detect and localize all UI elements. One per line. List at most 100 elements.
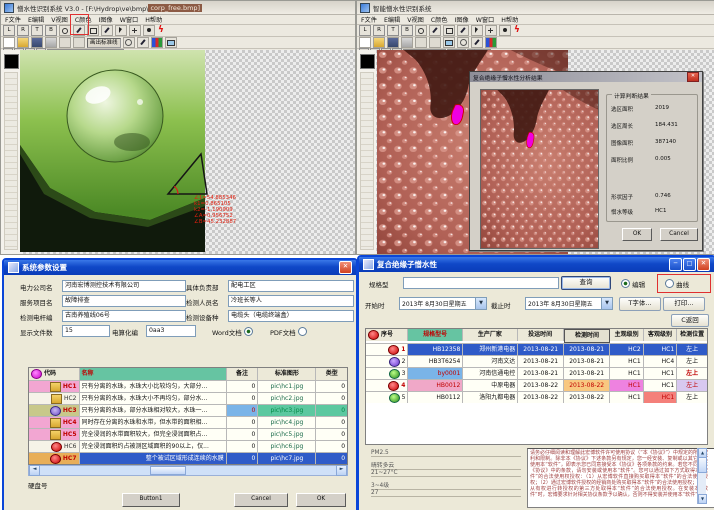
inspector-input[interactable]: 冷班长等人 — [228, 295, 354, 307]
new-file-icon[interactable] — [3, 37, 15, 48]
computer-code-input[interactable]: 0aa3 — [146, 325, 196, 337]
font-button[interactable]: T字体... — [619, 297, 661, 311]
display-icon[interactable] — [165, 37, 177, 48]
records-minimize-icon[interactable]: ─ — [669, 258, 682, 271]
menu-window[interactable]: W窗口 — [476, 15, 495, 24]
chevron-down-icon[interactable]: ▼ — [475, 298, 486, 309]
analyze-flash-icon[interactable] — [157, 26, 167, 35]
pdf-doc-radio[interactable]: PDF文档 — [270, 327, 307, 337]
records-title-bar[interactable]: 复合绝缘子憎水性 ─ □ ✕ — [359, 257, 714, 272]
flip-top-button[interactable]: T — [387, 25, 399, 36]
record-row[interactable]: 5 HB0112 洛阳九都电器 2013-08-22 2013-08-22 HC… — [366, 392, 707, 403]
objective-header[interactable]: 客观级别 — [644, 329, 677, 341]
point-tool-icon[interactable] — [143, 25, 155, 36]
maker-header[interactable]: 生产厂家 — [463, 329, 518, 341]
department-input[interactable]: 配电工区 — [228, 280, 354, 292]
note-header[interactable]: 备注 — [227, 368, 259, 380]
scroll-down-icon[interactable]: ▼ — [698, 494, 707, 504]
redo-icon[interactable] — [73, 37, 85, 48]
select-tool-icon[interactable] — [115, 25, 127, 36]
license-vscrollbar[interactable]: ▲ ▼ — [697, 448, 706, 504]
rotate-left-button[interactable]: L — [359, 25, 371, 36]
tl-palette-ramp[interactable] — [4, 72, 18, 250]
scroll-right-icon[interactable]: ► — [336, 465, 347, 476]
spec-input[interactable] — [403, 277, 559, 289]
settings-close-icon[interactable]: ✕ — [339, 261, 352, 274]
open-file-icon[interactable] — [373, 37, 385, 48]
record-row[interactable]: 2 HB3T6254 河南文达 2013-08-21 2013-08-21 HC… — [366, 356, 707, 368]
print-button[interactable]: 打印... — [663, 297, 705, 311]
records-maximize-icon[interactable]: □ — [683, 258, 696, 271]
display-icon[interactable] — [443, 37, 455, 48]
result-cancel-button[interactable]: Cancel — [660, 228, 698, 241]
new-file-icon[interactable] — [359, 37, 371, 48]
scroll-left-icon[interactable]: ◄ — [29, 465, 40, 476]
draw-line-tool-icon[interactable] — [429, 25, 441, 36]
project-input[interactable]: 故障排查 — [62, 295, 186, 307]
undo-icon[interactable] — [59, 37, 71, 48]
edit-radio-icon[interactable] — [621, 279, 630, 288]
annotate-pencil-icon[interactable] — [471, 37, 483, 48]
word-doc-radio[interactable]: Word文档 — [212, 327, 253, 337]
test-date-header[interactable]: 检测时间 — [564, 329, 611, 343]
query-button[interactable]: 查询 — [561, 276, 611, 290]
settings-ok-button[interactable]: OK — [296, 493, 346, 507]
menu-color[interactable]: C颜色 — [431, 15, 448, 24]
record-row[interactable]: 3 by0001 河南信通电控 2013-08-21 2013-08-21 HC… — [366, 368, 707, 380]
print-icon[interactable] — [401, 37, 413, 48]
result-ok-button[interactable]: OK — [622, 228, 652, 241]
result-dialog-close-icon[interactable]: ✕ — [687, 72, 699, 82]
table-row[interactable]: HC6 完全浸润面积约占被测区域面积的90以上，仅... 0 pic\hc6.j… — [29, 441, 347, 453]
menu-image[interactable]: I图像 — [99, 15, 113, 24]
menu-edit[interactable]: E编辑 — [28, 15, 44, 24]
table-row[interactable]: HC5 完全浸润的水带面积较大，但完全浸润面积占... 0 pic\hc5.jp… — [29, 429, 347, 441]
pic-header[interactable]: 标准图形 — [258, 368, 316, 380]
crosshair-tool-icon[interactable] — [485, 25, 497, 36]
word-radio-icon[interactable] — [244, 327, 253, 336]
flip-bottom-button[interactable]: B — [401, 25, 413, 36]
pdf-radio-icon[interactable] — [298, 327, 307, 336]
chevron-down-icon[interactable]: ▼ — [601, 298, 612, 309]
rotate-right-button[interactable]: R — [373, 25, 385, 36]
print-icon[interactable] — [45, 37, 57, 48]
annotate-pencil-icon[interactable] — [137, 37, 149, 48]
table-row[interactable]: HC4 同时存在分离的水珠和水带，但水带的面积相... 0 pic\hc4.jp… — [29, 417, 347, 429]
company-input[interactable]: 河南宏博测控技术有限公司 — [62, 280, 186, 292]
edit-radio[interactable]: 编辑 — [621, 279, 645, 289]
license-text-box[interactable]: 请务必仔细阅读和理解此宏博软件许可使用协议（“本《协议》”）中规定的所有权利和限… — [527, 448, 714, 508]
menu-window[interactable]: W窗口 — [120, 15, 139, 24]
menu-image[interactable]: I图像 — [455, 15, 469, 24]
menu-file[interactable]: F文件 — [5, 15, 21, 24]
crosshair-tool-icon[interactable] — [129, 25, 141, 36]
rectangle-tool-icon[interactable] — [443, 25, 455, 36]
standard-line-tool-icon[interactable] — [101, 25, 113, 36]
settings-cancel-button[interactable]: Cancel — [234, 493, 288, 507]
standard-line-tool-icon[interactable] — [457, 25, 469, 36]
settings-title-bar[interactable]: 系统参数设置 ✕ — [4, 260, 356, 275]
scroll-thumb[interactable] — [150, 466, 186, 475]
name-header[interactable]: 名称 — [80, 368, 227, 380]
table-row[interactable]: HC2 只有分离的水珠，水珠大小不再均匀，部分水... 0 pic\hc2.jp… — [29, 393, 347, 405]
record-row[interactable]: 4 HB0012 中原电器 2013-08-22 2013-08-22 HC1 … — [366, 380, 707, 392]
subjective-header[interactable]: 主观级别 — [610, 329, 643, 341]
palette-icon[interactable] — [485, 37, 497, 48]
tl-title-bar[interactable]: 憎水性识别系统 V3.0 - [F:\Hydrop\ve\bmp\corp_fr… — [1, 1, 355, 15]
records-close-icon[interactable]: ✕ — [697, 258, 710, 271]
open-file-icon[interactable] — [17, 37, 29, 48]
menu-help[interactable]: H帮助 — [501, 15, 518, 24]
tr-title-bar[interactable]: 智能憎水性识别系统 — [357, 1, 714, 15]
seq-header[interactable]: 序号 — [366, 329, 408, 341]
table-row-selected[interactable]: HC7 整个被试区域形成连续的水膜 0 pic\hc7.jpg 0 — [29, 453, 347, 464]
table-row[interactable]: HC1 只有分离的水珠，水珠大小比较均匀，大部分... 0 pic\hc1.jp… — [29, 381, 347, 393]
point-tool-icon[interactable] — [499, 25, 511, 36]
tr-palette-ramp[interactable] — [360, 72, 374, 250]
table-row[interactable]: HC3 只有分离的水珠，部分水珠相对较大，水珠一... 0 pic\hc3.jp… — [29, 405, 347, 417]
save-file-icon[interactable] — [387, 37, 399, 48]
menu-help[interactable]: H帮助 — [145, 15, 162, 24]
model-header[interactable]: 规格型号 — [408, 329, 463, 341]
file-count-input[interactable]: 15 — [62, 325, 110, 337]
rotate-right-button[interactable]: R — [17, 25, 29, 36]
rotate-left-button[interactable]: L — [3, 25, 15, 36]
end-date-combo[interactable]: 2013年 8月30日星期五▼ — [525, 297, 613, 310]
menu-edit[interactable]: E编辑 — [384, 15, 400, 24]
